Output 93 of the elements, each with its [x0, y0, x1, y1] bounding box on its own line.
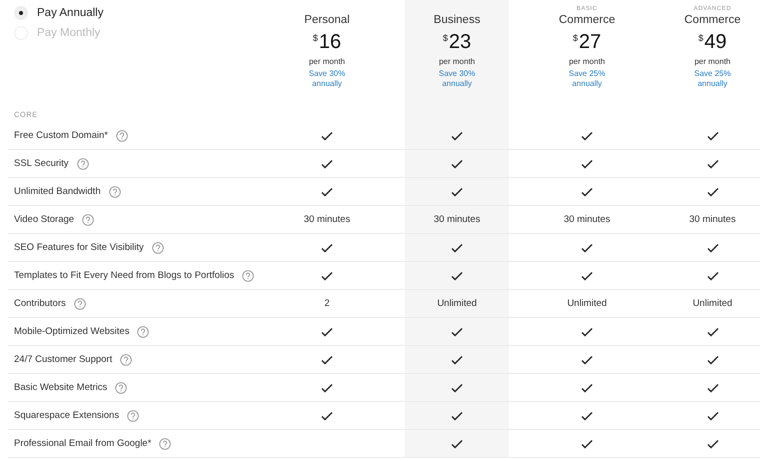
- help-icon: [127, 410, 140, 422]
- check-icon: [451, 186, 463, 196]
- check-icon: [321, 410, 333, 420]
- feature-name: Mobile-Optimized Websites: [14, 326, 130, 337]
- check-icon: [706, 242, 718, 252]
- plan-name: Commerce: [558, 14, 616, 26]
- check-icon: [451, 130, 463, 140]
- feature-name: Templates to Fit Every Need from Blogs to Portfolios: [14, 270, 234, 281]
- feature-name: Squarespace Extensions: [14, 410, 120, 421]
- check-icon: [706, 438, 718, 448]
- check-icon: [706, 382, 718, 392]
- savings-note: Save 30% annually: [308, 69, 346, 89]
- currency-symbol: $: [442, 33, 448, 43]
- price-period: per month: [694, 57, 731, 66]
- check-icon: [581, 438, 593, 448]
- check-icon: [451, 382, 463, 392]
- currency-symbol: $: [572, 33, 578, 43]
- feature-name: Free Custom Domain*: [14, 130, 108, 141]
- feature-name: Professional Email from Google*: [14, 438, 152, 449]
- feature-name: SEO Features for Site Visibility: [14, 242, 144, 253]
- savings-note: Save 25% annually: [568, 69, 606, 89]
- check-icon: [581, 130, 593, 140]
- radio-button[interactable]: [14, 6, 28, 20]
- help-icon: [152, 242, 164, 254]
- check-icon: [706, 326, 718, 336]
- check-icon: [321, 354, 333, 364]
- check-icon: [321, 158, 333, 168]
- check-icon: [321, 186, 333, 196]
- help-icon: [76, 158, 89, 170]
- feature-name: SSL Security: [14, 158, 69, 169]
- check-icon: [451, 410, 463, 420]
- feature-value: Unlimited: [437, 298, 477, 309]
- plan-name: Personal: [304, 14, 350, 26]
- check-icon: [706, 158, 718, 168]
- check-icon: [451, 158, 463, 168]
- price-period: per month: [308, 57, 346, 66]
- currency-symbol: $: [698, 33, 704, 43]
- price-period: per month: [438, 57, 476, 66]
- feature-value: 2: [324, 298, 330, 309]
- savings-note: Save 30% annually: [438, 69, 476, 89]
- feature-value: 30 minutes: [434, 214, 480, 225]
- plan-price: 27: [578, 31, 602, 53]
- feature-name: Contributors: [14, 298, 66, 309]
- currency-symbol: $: [312, 33, 318, 43]
- help-icon: [74, 298, 86, 310]
- check-icon: [706, 354, 718, 364]
- plan-price: 49: [704, 31, 727, 53]
- plan-price: 23: [448, 31, 472, 53]
- check-icon: [706, 270, 718, 280]
- check-icon: [581, 186, 593, 196]
- check-icon: [581, 242, 593, 252]
- feature-name: 24/7 Customer Support: [14, 354, 112, 365]
- check-icon: [451, 242, 463, 252]
- check-icon: [581, 158, 593, 168]
- check-icon: [451, 354, 463, 364]
- check-icon: [706, 130, 718, 140]
- plan-name: Business: [434, 14, 480, 26]
- billing-option[interactable]: Pay Annually: [37, 7, 104, 19]
- help-icon: [115, 382, 128, 394]
- feature-value: 30 minutes: [689, 214, 736, 225]
- check-icon: [451, 326, 463, 336]
- help-icon: [242, 270, 254, 282]
- check-icon: [706, 186, 718, 196]
- help-icon: [137, 326, 150, 338]
- help-icon: [116, 130, 128, 142]
- check-icon: [321, 130, 333, 140]
- feature-name: Unlimited Bandwidth: [14, 186, 101, 197]
- feature-name: Basic Website Metrics: [14, 382, 108, 393]
- check-icon: [321, 242, 333, 252]
- check-icon: [451, 438, 463, 448]
- feature-value: Unlimited: [692, 298, 732, 309]
- help-icon: [82, 214, 94, 226]
- check-icon: [581, 326, 593, 336]
- feature-value: 30 minutes: [564, 214, 610, 225]
- plan-price: 16: [318, 31, 342, 53]
- check-icon: [581, 410, 593, 420]
- feature-value: 30 minutes: [304, 214, 350, 225]
- check-icon: [581, 354, 593, 364]
- check-icon: [581, 382, 593, 392]
- check-icon: [451, 270, 463, 280]
- check-icon: [321, 326, 333, 336]
- help-icon: [159, 438, 172, 450]
- feature-value: Unlimited: [567, 298, 607, 309]
- help-icon: [120, 354, 132, 366]
- help-icon: [108, 186, 121, 198]
- plan-name: Commerce: [684, 14, 741, 26]
- price-period: per month: [568, 57, 606, 66]
- check-icon: [706, 410, 718, 420]
- savings-note: Save 25% annually: [693, 69, 732, 89]
- check-icon: [321, 382, 333, 392]
- check-icon: [581, 270, 593, 280]
- feature-name: Video Storage: [14, 214, 74, 225]
- check-icon: [321, 270, 333, 280]
